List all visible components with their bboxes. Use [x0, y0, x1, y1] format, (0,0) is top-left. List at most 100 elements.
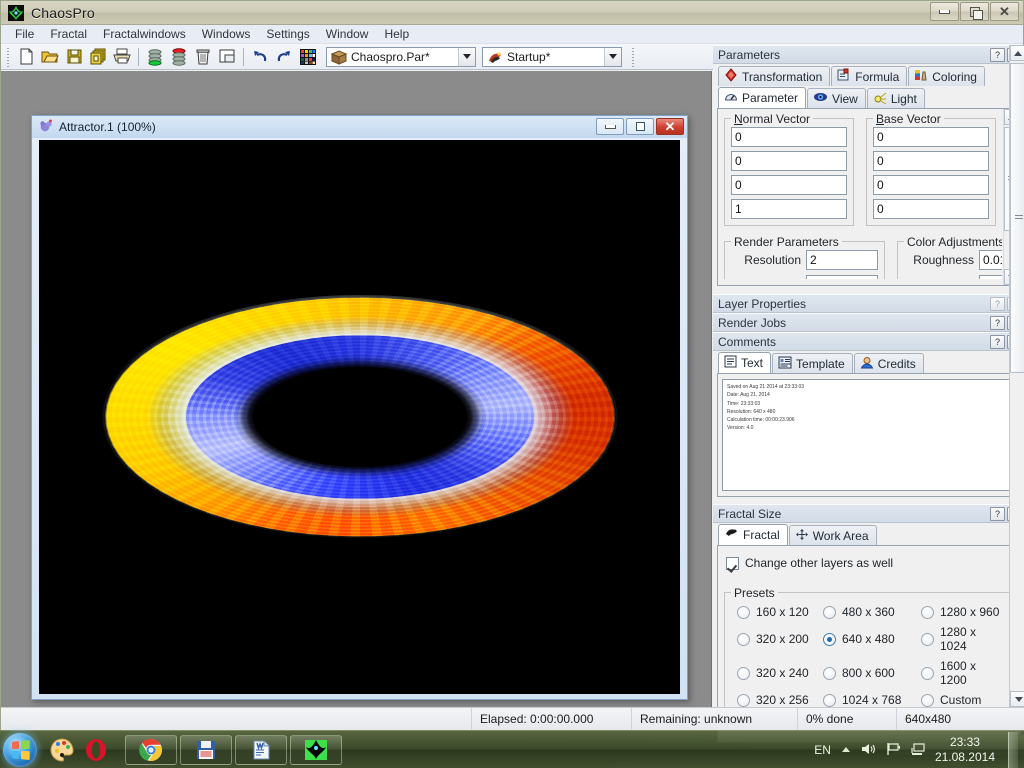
tab-work-area[interactable]: Work Area	[788, 525, 877, 545]
preset-640x480[interactable]: 640 x 480	[823, 625, 921, 653]
normal-vector-input-4[interactable]	[731, 199, 847, 219]
normal-vector-input-2[interactable]	[731, 151, 847, 171]
chevron-up-icon[interactable]	[840, 743, 852, 757]
windows-start-orb-icon[interactable]	[3, 732, 37, 767]
print-button[interactable]	[110, 46, 134, 68]
child-close-button[interactable]: ✕	[656, 118, 684, 135]
tab-light[interactable]: Light	[866, 88, 925, 108]
base-vector-input-1[interactable]	[873, 127, 989, 147]
menu-item-fractal[interactable]: Fractal	[42, 26, 95, 42]
menu-item-help[interactable]: Help	[376, 26, 417, 42]
task-save-app[interactable]	[180, 734, 232, 765]
redo-button[interactable]	[272, 46, 296, 68]
flag-icon[interactable]	[886, 742, 901, 758]
copy-button[interactable]	[86, 46, 110, 68]
preset-custom[interactable]: Custom	[921, 693, 1005, 707]
menu-item-settings[interactable]: Settings	[258, 26, 317, 42]
taskbar-clock[interactable]: 23:33 21.08.2014	[935, 735, 995, 765]
task-word[interactable]	[235, 734, 287, 765]
tab-comments-credits[interactable]: Credits	[853, 353, 924, 373]
radio-800x600[interactable]	[823, 666, 836, 680]
layer-properties-help-button[interactable]: ?	[990, 297, 1005, 311]
radio-160x120[interactable]	[737, 605, 750, 619]
preset-480x360[interactable]: 480 x 360	[823, 605, 921, 619]
menu-item-window[interactable]: Window	[318, 26, 377, 42]
tab-comments-text[interactable]: Text	[718, 352, 772, 373]
new-file-button[interactable]	[14, 46, 38, 68]
scan-start-input[interactable]	[806, 275, 878, 279]
tab-coloring[interactable]: Coloring	[908, 66, 985, 86]
fractal-render-canvas[interactable]	[39, 140, 680, 694]
chevron-down-icon[interactable]	[458, 47, 475, 66]
preset-800x600[interactable]: 800 x 600	[823, 659, 921, 687]
window-restore-button[interactable]	[960, 2, 989, 21]
window-close-button[interactable]: ✕	[990, 2, 1019, 21]
tab-transformation[interactable]: Transformation	[718, 66, 831, 86]
delete-layer-button[interactable]	[191, 46, 215, 68]
normal-vector-input-1[interactable]	[731, 127, 847, 147]
preset-320x200[interactable]: 320 x 200	[737, 625, 823, 653]
menu-item-file[interactable]: File	[7, 26, 42, 42]
task-chaospro[interactable]	[290, 734, 342, 765]
window-tile-button[interactable]	[215, 46, 239, 68]
radio-1280x960[interactable]	[921, 605, 934, 619]
dock-scroll-up-button[interactable]	[1010, 45, 1024, 61]
par-file-combo[interactable]: Chaospro.Par*	[326, 46, 476, 67]
undo-button[interactable]	[248, 46, 272, 68]
layer-down-button[interactable]	[167, 46, 191, 68]
fractal-select-combo[interactable]: Startup*	[482, 46, 622, 67]
toolbar-grip-right[interactable]	[630, 45, 637, 68]
tab-formula[interactable]: Formula	[831, 66, 908, 86]
tab-fractal[interactable]: Fractal	[718, 524, 788, 545]
radio-320x240[interactable]	[737, 666, 750, 680]
normal-vector-input-3[interactable]	[731, 175, 847, 195]
preset-320x256[interactable]: 320 x 256	[737, 693, 823, 707]
child-minimize-button[interactable]	[596, 118, 624, 135]
preset-1600x1200[interactable]: 1600 x 1200	[921, 659, 1005, 687]
radio-1024x768[interactable]	[823, 693, 836, 707]
roughness-input[interactable]	[979, 250, 1002, 270]
preset-320x240[interactable]: 320 x 240	[737, 659, 823, 687]
comments-textarea[interactable]: Saved on Aug 21 2014 at 23:33:03 Date: A…	[722, 379, 1016, 491]
radio-320x200[interactable]	[737, 632, 750, 646]
preset-160x120[interactable]: 160 x 120	[737, 605, 823, 619]
resolution-input[interactable]	[806, 250, 878, 270]
tab-parameter[interactable]: Parameter	[718, 87, 807, 108]
radio-1280x1024[interactable]	[921, 632, 934, 646]
menu-item-windows[interactable]: Windows	[194, 26, 259, 42]
base-vector-input-4[interactable]	[873, 199, 989, 219]
opera-browser-icon[interactable]	[83, 737, 109, 763]
preset-1024x768[interactable]: 1024 x 768	[823, 693, 921, 707]
window-minimize-button[interactable]	[930, 2, 959, 21]
parameters-help-button[interactable]: ?	[990, 48, 1005, 62]
speaker-icon[interactable]	[861, 742, 877, 758]
layer-properties-panel-header[interactable]: Layer Properties ?	[713, 294, 1024, 313]
task-chrome[interactable]	[125, 734, 177, 765]
base-vector-input-2[interactable]	[873, 151, 989, 171]
toolbar-grip[interactable]	[5, 45, 12, 68]
base-vector-input-3[interactable]	[873, 175, 989, 195]
radio-320x256[interactable]	[737, 693, 750, 707]
menu-item-fractalwindows[interactable]: Fractalwindows	[95, 26, 194, 42]
radio-1600x1200[interactable]	[921, 666, 934, 680]
tab-comments-template[interactable]: Template	[772, 353, 853, 373]
save-file-button[interactable]	[62, 46, 86, 68]
change-other-layers-checkbox[interactable]	[726, 556, 739, 570]
tab-view[interactable]: View	[807, 88, 866, 108]
dock-scroll-down-button[interactable]	[1010, 691, 1024, 707]
child-maximize-button[interactable]	[626, 118, 654, 135]
render-jobs-help-button[interactable]: ?	[990, 316, 1005, 330]
preset-1280x960[interactable]: 1280 x 960	[921, 605, 1005, 619]
tray-language[interactable]: EN	[814, 743, 831, 757]
comments-help-button[interactable]: ?	[990, 335, 1005, 349]
change-other-layers-row[interactable]: Change other layers as well	[718, 546, 1020, 580]
preset-1280x1024[interactable]: 1280 x 1024	[921, 625, 1005, 653]
radio-480x360[interactable]	[823, 605, 836, 619]
radio-custom[interactable]	[921, 693, 934, 707]
render-jobs-panel-header[interactable]: Render Jobs ?	[713, 313, 1024, 332]
dock-scroll-thumb[interactable]	[1010, 63, 1024, 373]
show-desktop-button[interactable]	[1008, 731, 1018, 768]
radio-640x480[interactable]	[823, 632, 836, 646]
gamma-input[interactable]	[979, 275, 1002, 279]
layer-up-button[interactable]	[143, 46, 167, 68]
